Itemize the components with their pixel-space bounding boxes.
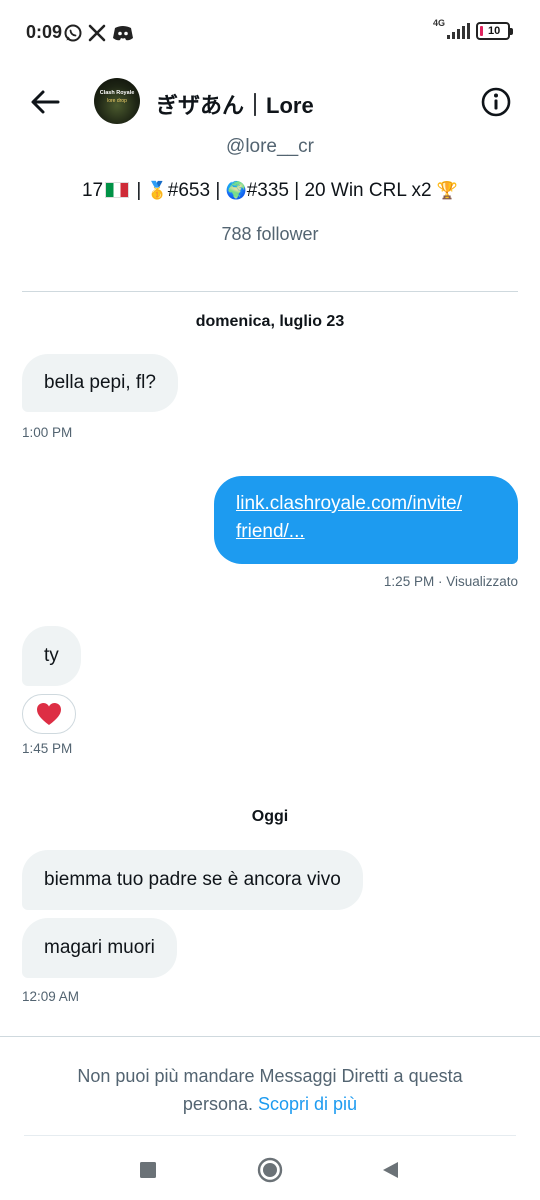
message-text: biemma tuo padre se è ancora vivo: [44, 869, 341, 890]
profile-handle[interactable]: @lore__cr: [0, 136, 540, 158]
avatar[interactable]: Clash Royale lore drop: [94, 78, 140, 124]
back-icon[interactable]: [374, 1154, 406, 1186]
status-bar: 0:09 4G 10: [0, 0, 540, 64]
invite-link-line-1: link.clashroyale.com/invite/: [236, 493, 462, 514]
whatsapp-icon: [62, 22, 84, 44]
recents-icon[interactable]: [132, 1154, 164, 1186]
conversation-header: Clash Royale lore drop ぎザあん｜Lore: [0, 72, 540, 132]
date-separator: domenica, luglio 23: [195, 313, 345, 330]
status-right: 4G 10: [433, 18, 513, 40]
invite-link-line-2: friend/...: [236, 521, 305, 542]
battery-fill: [480, 26, 483, 36]
globe-icon: 🌍: [225, 181, 247, 201]
heart-icon: [37, 703, 61, 725]
message-text: bella pepi, fl?: [44, 372, 156, 393]
invite-link[interactable]: link.clashroyale.com/invite/friend/...: [236, 493, 462, 542]
message-bubble-outgoing[interactable]: link.clashroyale.com/invite/friend/...: [214, 476, 518, 564]
date-separator: Oggi: [251, 808, 289, 825]
x-icon: [86, 22, 108, 44]
message-timestamp: 1:00 PM: [22, 425, 73, 440]
discord-icon: [112, 22, 134, 44]
divider: [22, 291, 518, 292]
message-text: magari muori: [44, 937, 155, 958]
battery-icon: 10: [476, 22, 513, 40]
system-nav-bar: [0, 1140, 540, 1200]
signal-icon: [447, 23, 470, 39]
arrow-left-icon[interactable]: [28, 86, 62, 118]
info-icon[interactable]: [480, 86, 512, 118]
avatar-text-2: lore drop: [107, 98, 127, 104]
message-bubble-incoming[interactable]: biemma tuo padre se è ancora vivo: [22, 850, 363, 910]
bio-rank-1: #653 |: [167, 180, 221, 201]
message-bubble-incoming[interactable]: bella pepi, fl?: [22, 354, 178, 412]
divider: [24, 1135, 516, 1136]
message-timestamp-seen: 1:25 PM · Visualizzato: [383, 574, 518, 589]
bio-age: 17: [81, 180, 104, 201]
avatar-text-1: Clash Royale: [99, 90, 135, 96]
message-bubble-incoming[interactable]: magari muori: [22, 918, 177, 978]
message-text: ty: [44, 645, 59, 666]
status-time: 0:09: [26, 22, 63, 42]
profile-bio: 17 | 🥇#653 | 🌍#335 | 20 Win CRL x2 🏆: [81, 180, 459, 201]
message-timestamp: 1:45 PM: [22, 741, 73, 756]
contact-name[interactable]: ぎザあん｜Lore: [156, 88, 314, 120]
battery-percent: 10: [488, 25, 501, 37]
trophy-icon: 🏆: [436, 181, 459, 201]
home-icon[interactable]: [254, 1154, 286, 1186]
message-timestamp: 12:09 AM: [22, 989, 80, 1004]
learn-more-link[interactable]: Scopri di più: [258, 1094, 357, 1114]
medal-icon: 🥇: [146, 181, 168, 201]
divider: [0, 1036, 540, 1037]
bio-rank-2: #335 | 20 Win CRL x2: [246, 180, 432, 201]
dm-disabled-notice: Non puoi più mandare Messaggi Diretti a …: [40, 1062, 500, 1118]
reaction-badge[interactable]: [22, 694, 76, 734]
network-type: 4G: [432, 18, 445, 28]
message-bubble-incoming[interactable]: ty: [22, 626, 81, 686]
italy-flag-icon: [105, 182, 130, 198]
followers-count[interactable]: 788 follower: [0, 224, 540, 245]
